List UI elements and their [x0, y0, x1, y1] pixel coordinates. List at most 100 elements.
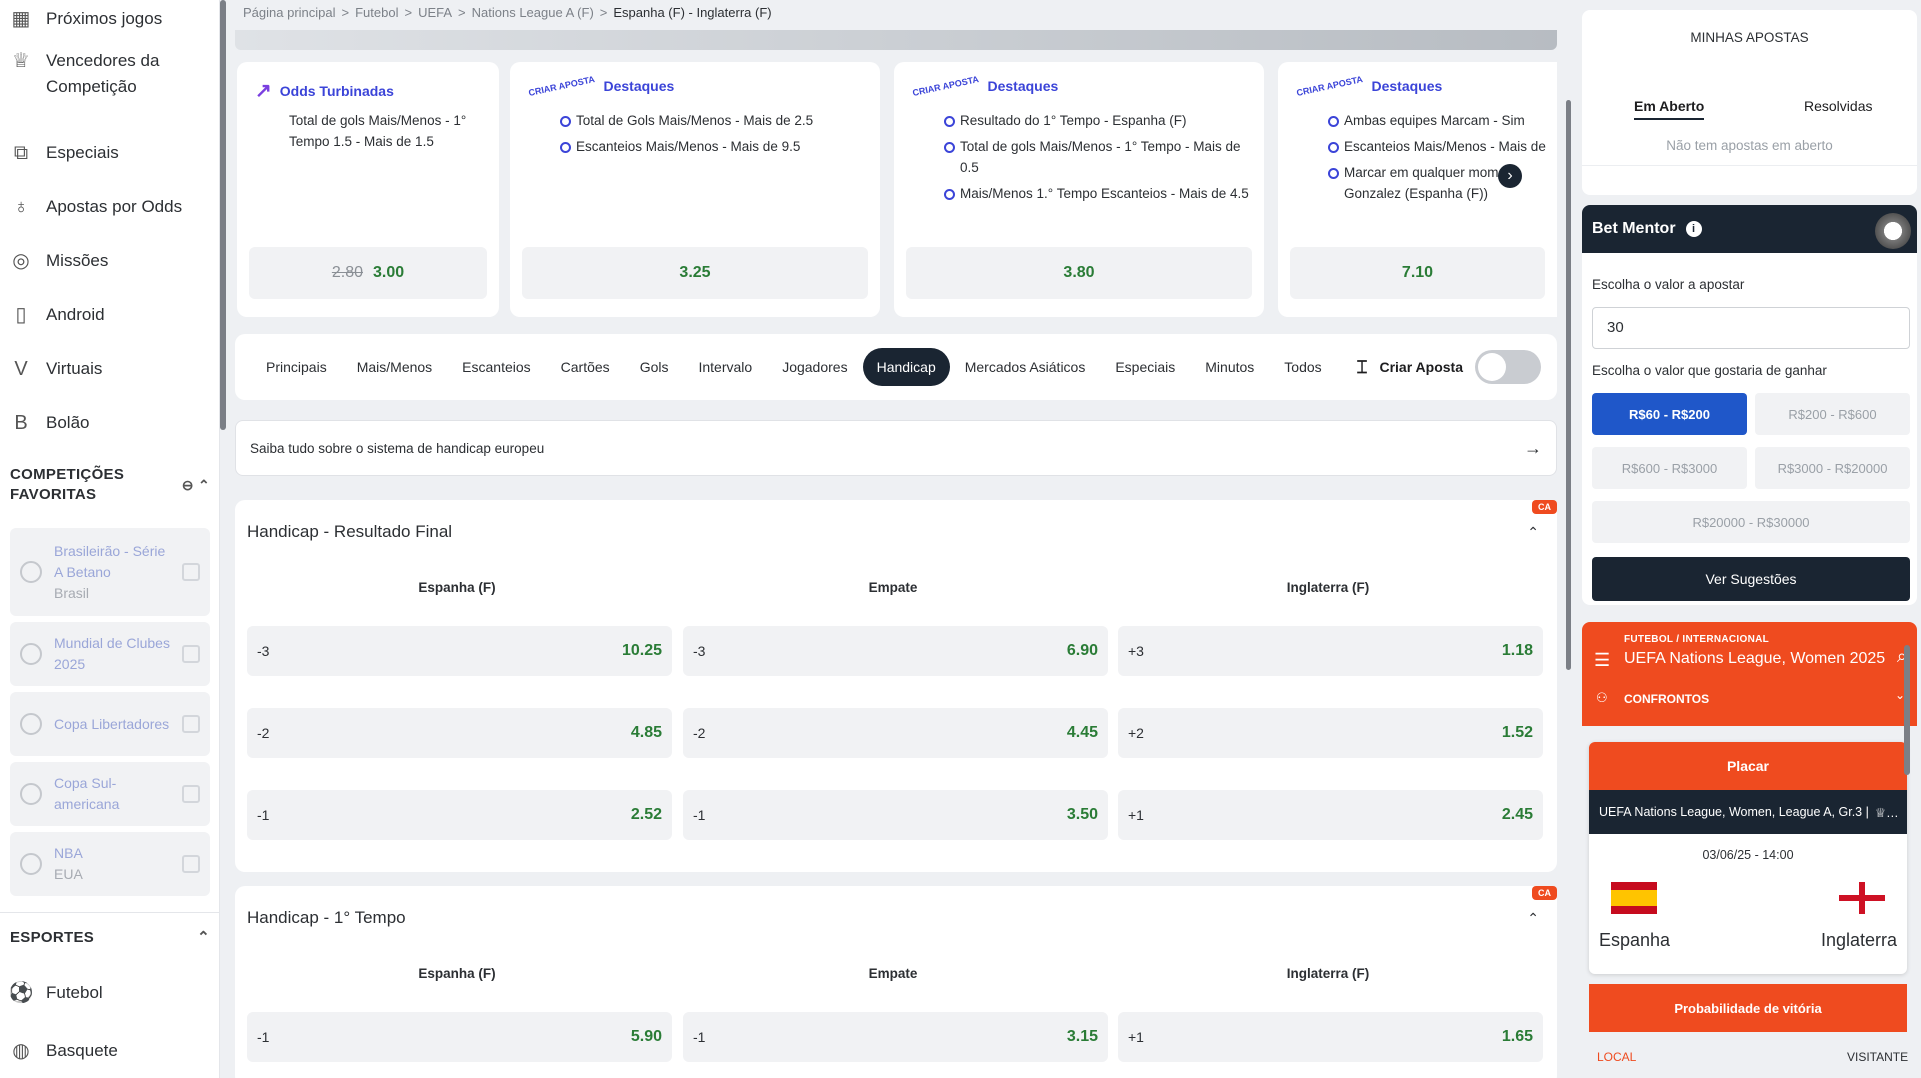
tab-especiais[interactable]: Especiais — [1100, 351, 1190, 383]
empty-bets-label: Não tem apostas em aberto — [1666, 138, 1833, 153]
tab-mercados-asiaticos[interactable]: Mercados Asiáticos — [950, 351, 1101, 383]
favorite-name: Mundial de Clubes 2025 — [54, 635, 170, 672]
bet-mentor-title: Bet Mentor — [1592, 220, 1676, 237]
sidebar-item-missoes[interactable]: ◎ Missões — [0, 248, 118, 274]
amount-input[interactable]: 30 — [1592, 307, 1910, 349]
sidebar-item-vencedores[interactable]: ♕ Vencedores da Competição — [0, 48, 170, 100]
range-option[interactable]: R$60 - R$200 — [1592, 393, 1747, 435]
selection-button[interactable]: +3 1.18 — [1118, 626, 1543, 676]
tab-intervalo[interactable]: Intervalo — [683, 351, 767, 383]
sidebar-item-proximos-jogos[interactable]: ▦ Próximos jogos — [0, 6, 172, 32]
odd-button[interactable]: 7.10 — [1290, 247, 1545, 299]
column-header: Empate — [868, 966, 918, 981]
boost-card[interactable]: CRIAR APOSTA Destaques Total de Gols Mais… — [510, 62, 880, 317]
range-option[interactable]: R$20000 - R$30000 — [1592, 501, 1910, 543]
tab-principais[interactable]: Principais — [251, 351, 342, 383]
boost-card[interactable]: CRIAR APOSTA Destaques Resultado do 1° Te… — [894, 62, 1264, 317]
tab-cartoes[interactable]: Cartões — [546, 351, 625, 383]
range-option[interactable]: R$200 - R$600 — [1755, 393, 1910, 435]
tab-todos[interactable]: Todos — [1269, 351, 1336, 383]
odd-button[interactable]: 3.80 — [906, 247, 1252, 299]
sidebar-item-virtuais[interactable]: V Virtuais — [0, 356, 112, 382]
favorite-competition[interactable]: Brasileirão - Série A Betano Brasil — [10, 528, 210, 616]
chevron-up-icon[interactable]: ⌃ — [1527, 524, 1539, 541]
boost-line: Total de gols Mais/Menos - 1° Tempo - Ma… — [944, 136, 1252, 178]
scoreboard-competition: UEFA Nations League, Women, League A, Gr… — [1589, 790, 1907, 834]
missions-icon: ◎ — [12, 250, 30, 272]
favorite-name: Brasileirão - Série A Betano — [54, 542, 166, 580]
favorite-checkbox[interactable] — [182, 563, 200, 581]
odd-value: 3.15 — [1066, 1028, 1098, 1045]
main-scrollbar[interactable] — [1566, 100, 1571, 670]
boost-line: Escanteios Mais/Menos - Mais de 9.5 — [560, 136, 868, 157]
odd-value: 3.25 — [679, 264, 711, 281]
sidebar-item-android[interactable]: ▯ Android — [0, 302, 115, 328]
favorite-competition[interactable]: Copa Libertadores — [10, 692, 210, 756]
tab-jogadores[interactable]: Jogadores — [767, 351, 862, 383]
sidebar-item-especiais[interactable]: ⧉ Especiais — [0, 140, 129, 166]
selection-button[interactable]: -2 4.85 — [247, 708, 672, 758]
tab-resolvidas[interactable]: Resolvidas — [1804, 98, 1872, 114]
tab-gols[interactable]: Gols — [625, 351, 684, 383]
info-icon[interactable]: i — [1685, 221, 1702, 237]
selection-button[interactable]: -1 3.15 — [683, 1012, 1108, 1062]
sidebar-item-bolao[interactable]: B Bolão — [0, 410, 99, 436]
boost-card[interactable]: CRIAR APOSTA Destaques Ambas equipes Marc… — [1278, 62, 1557, 317]
odd-button[interactable]: 2.80 3.00 — [249, 247, 487, 299]
ver-sugestoes-button[interactable]: Ver Sugestões — [1592, 557, 1910, 601]
tab-handicap[interactable]: Handicap — [862, 348, 950, 386]
criar-aposta-control: ⌶ Criar Aposta — [1357, 350, 1541, 384]
breadcrumb-item[interactable]: UEFA — [418, 5, 452, 20]
sidebar-scrollbar[interactable] — [220, 0, 226, 430]
selection-button[interactable]: +2 1.52 — [1118, 708, 1543, 758]
favorites-collapse-button[interactable]: ⊖ ⌃ — [182, 477, 210, 494]
criar-aposta-toggle[interactable] — [1475, 350, 1541, 384]
tab-minutos[interactable]: Minutos — [1190, 351, 1269, 383]
favorite-competition[interactable]: Mundial de Clubes 2025 — [10, 622, 210, 686]
selection-button[interactable]: +1 2.45 — [1118, 790, 1543, 840]
favorite-checkbox[interactable] — [182, 855, 200, 873]
odd-value: 4.45 — [1066, 724, 1098, 741]
tab-escanteios[interactable]: Escanteios — [447, 351, 545, 383]
sports-collapse-button[interactable]: ⌃ — [197, 928, 210, 946]
tab-em-aberto[interactable]: Em Aberto — [1634, 98, 1705, 120]
favorite-checkbox[interactable] — [182, 715, 200, 733]
right-scrollbar[interactable] — [1904, 645, 1910, 775]
sidebar-item-label: Futebol — [46, 983, 103, 1002]
sidebar-item-futebol[interactable]: ⚽ Futebol — [0, 980, 113, 1006]
selection-button[interactable]: -3 6.90 — [683, 626, 1108, 676]
carousel-next-button[interactable]: › — [1498, 164, 1522, 188]
handicap-line: +1 — [1128, 807, 1144, 823]
selection-button[interactable]: +1 1.65 — [1118, 1012, 1543, 1062]
chevron-up-icon[interactable]: ⌃ — [1527, 910, 1539, 927]
sports-title: ESPORTES — [10, 928, 95, 946]
handicap-line: -3 — [693, 643, 706, 659]
menu-icon[interactable]: ☰ — [1594, 650, 1610, 671]
range-option[interactable]: R$3000 - R$20000 — [1755, 447, 1910, 489]
breadcrumb-item[interactable]: Futebol — [355, 5, 398, 20]
boost-line: Resultado do 1° Tempo - Espanha (F) — [944, 110, 1252, 131]
selection-button[interactable]: -1 2.52 — [247, 790, 672, 840]
tab-mais-menos[interactable]: Mais/Menos — [342, 351, 447, 383]
boost-card[interactable]: ↗ Odds Turbinadas Total de gols Mais/Meno… — [237, 62, 499, 317]
range-option[interactable]: R$600 - R$3000 — [1592, 447, 1747, 489]
widget-kicker: FUTEBOL / INTERNACIONAL — [1624, 634, 1770, 645]
handicap-info-bar[interactable]: Saiba tudo sobre o sistema de handicap e… — [235, 420, 1557, 476]
favorite-sub: EUA — [54, 866, 83, 882]
favorite-competition[interactable]: Copa Sul-americana — [10, 762, 210, 826]
selection-button[interactable]: -3 10.25 — [247, 626, 672, 676]
selection-button[interactable]: -2 4.45 — [683, 708, 1108, 758]
sidebar-item-apostas-por-odds[interactable]: ♁ Apostas por Odds — [0, 194, 192, 220]
breadcrumb-item[interactable]: Nations League A (F) — [472, 5, 594, 20]
selection-button[interactable]: -1 5.90 — [247, 1012, 672, 1062]
favorite-competition[interactable]: NBA EUA — [10, 832, 210, 896]
confrontos-label[interactable]: CONFRONTOS — [1624, 692, 1709, 706]
favorite-checkbox[interactable] — [182, 645, 200, 663]
favorite-checkbox[interactable] — [182, 785, 200, 803]
odd-value: 4.85 — [630, 724, 662, 741]
breadcrumb-item[interactable]: Página principal — [243, 5, 336, 20]
selection-button[interactable]: -1 3.50 — [683, 790, 1108, 840]
basketball-icon — [20, 853, 42, 875]
sidebar-item-basquete[interactable]: ◍ Basquete — [0, 1038, 128, 1064]
odd-button[interactable]: 3.25 — [522, 247, 868, 299]
